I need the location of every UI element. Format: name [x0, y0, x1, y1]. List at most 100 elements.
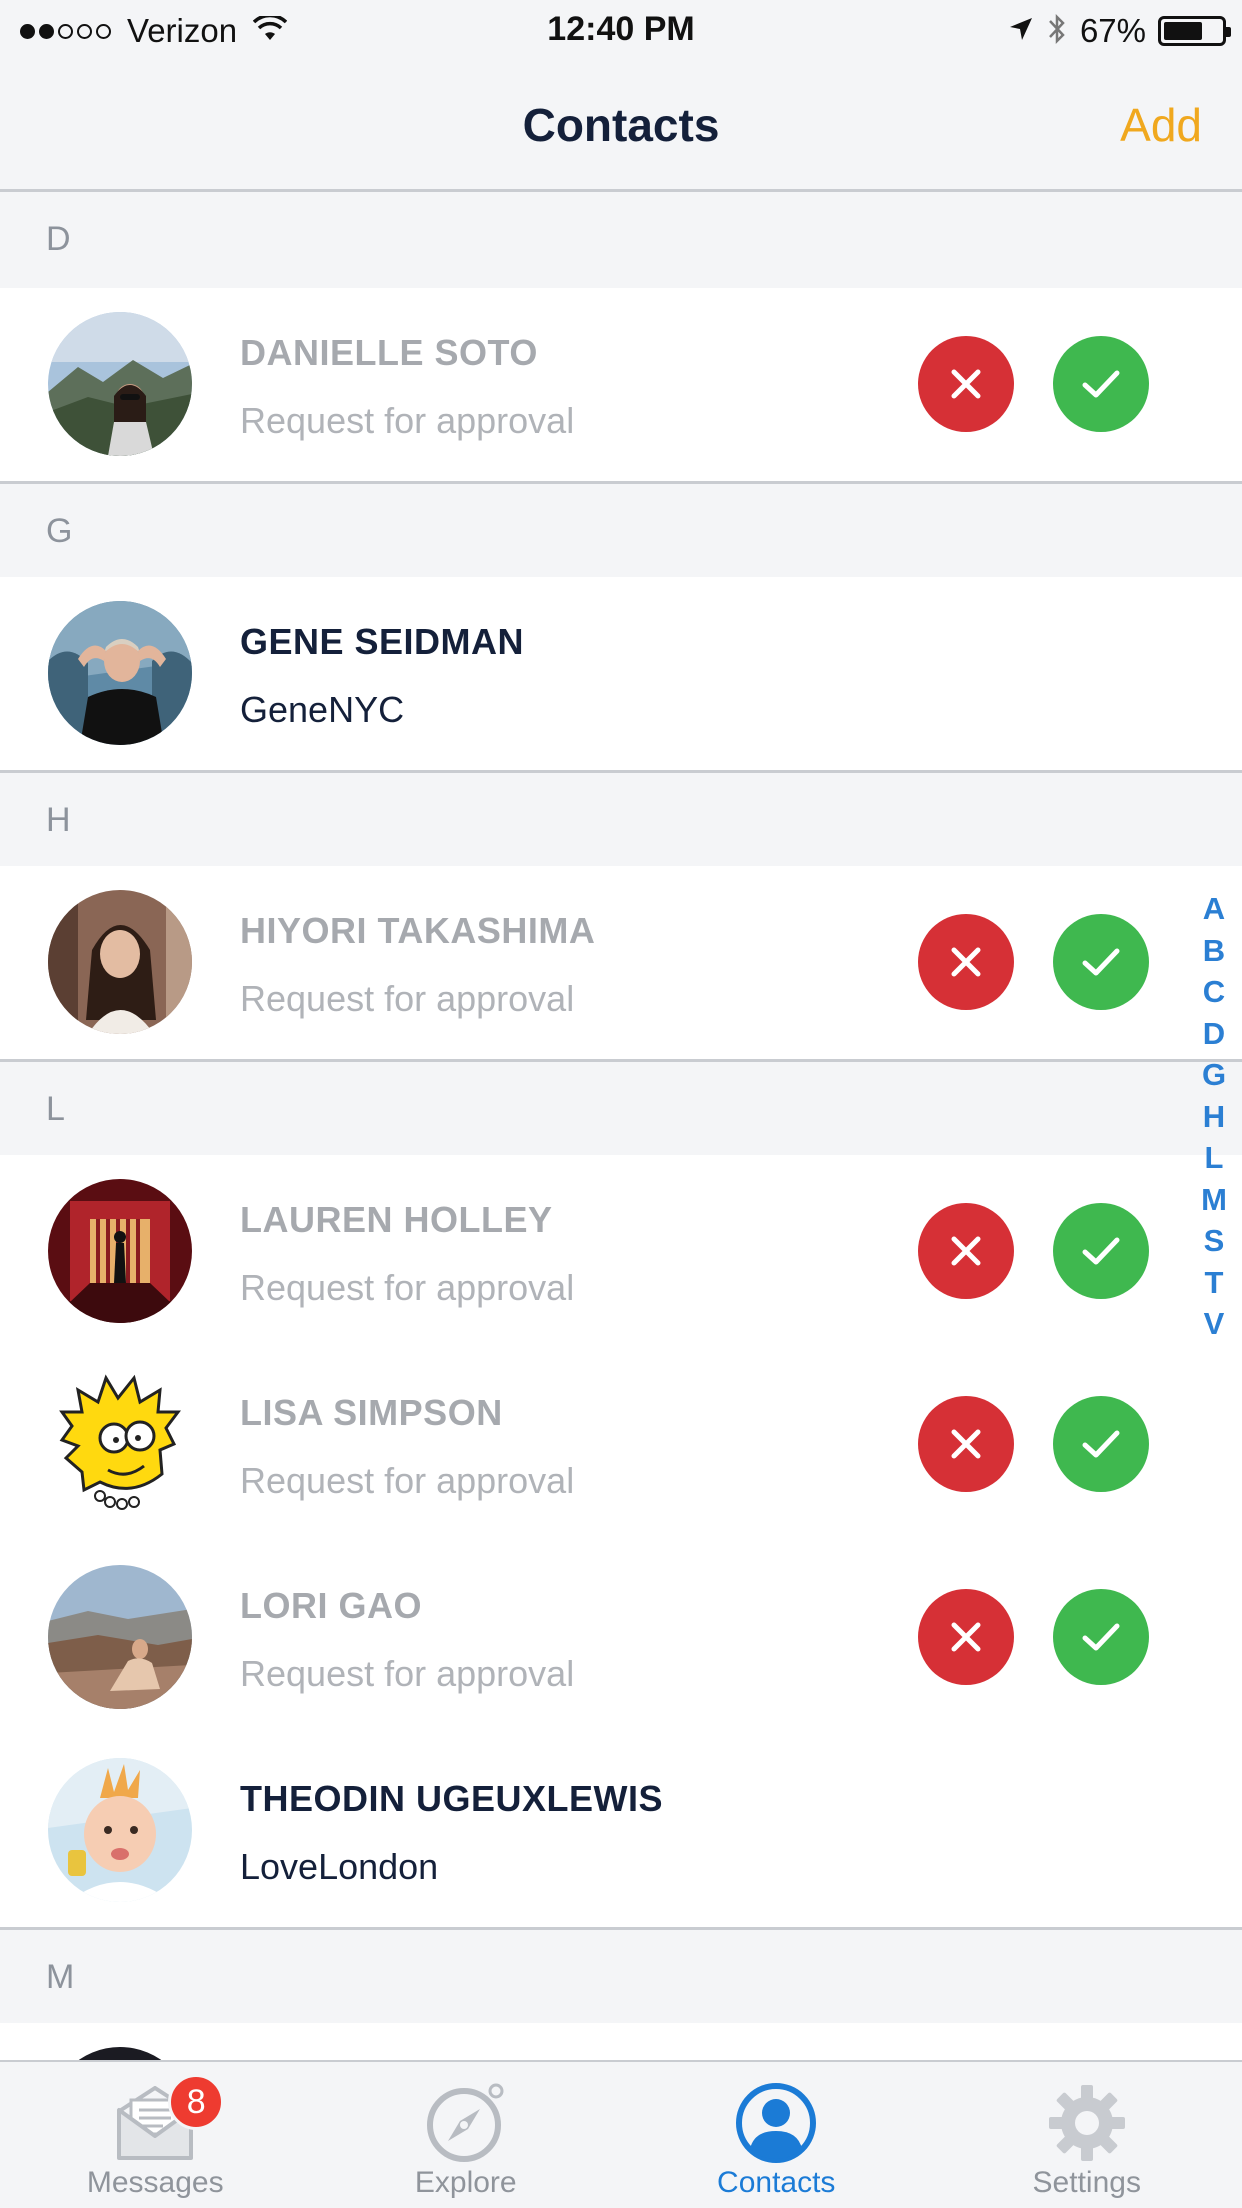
- section-header-g: G: [0, 481, 1242, 577]
- index-letter-b[interactable]: B: [1203, 930, 1225, 972]
- contact-subtitle: LoveLondon: [240, 1846, 439, 1887]
- avatar: [48, 1565, 192, 1709]
- index-letter-l[interactable]: L: [1205, 1137, 1224, 1179]
- avatar: [48, 1179, 192, 1323]
- contact-subtitle: Request for approval: [240, 1267, 575, 1308]
- tab-messages[interactable]: 8 Messages: [0, 2062, 311, 2208]
- mountain-photo-icon: [48, 312, 192, 456]
- contact-name: LAUREN HOLLEY: [240, 1199, 553, 1240]
- unread-badge: 8: [168, 2074, 225, 2130]
- accept-button[interactable]: [1053, 1589, 1149, 1685]
- checkmark-icon: [1082, 1237, 1120, 1265]
- contact-row-hiyori-takashima[interactable]: HIYORI TAKASHIMA Request for approval: [0, 866, 1242, 1059]
- battery-icon: [1158, 16, 1231, 46]
- status-right: 67%: [1008, 10, 1231, 52]
- section-letter: M: [46, 1958, 75, 1996]
- canyon-photo-icon: [48, 1565, 192, 1709]
- checkmark-icon: [1082, 948, 1120, 976]
- contact-row-lauren-holley[interactable]: LAUREN HOLLEY Request for approval: [0, 1155, 1242, 1348]
- contact-row-lori-gao[interactable]: LORI GAO Request for approval: [0, 1541, 1242, 1734]
- avatar: [48, 1372, 192, 1516]
- navigation-bar: Contacts Add: [0, 62, 1242, 192]
- contact-row-lisa-simpson[interactable]: LISA SIMPSON Request for approval: [0, 1348, 1242, 1541]
- battery-percent: 67%: [1079, 12, 1146, 49]
- tab-label: Messages: [86, 2166, 224, 2199]
- avatar: [48, 1758, 192, 1902]
- index-letter-a[interactable]: A: [1203, 888, 1225, 930]
- close-icon: [951, 369, 981, 399]
- tab-explore[interactable]: Explore: [311, 2062, 622, 2208]
- contact-name: DANIELLE SOTO: [240, 332, 538, 373]
- checkmark-icon: [1082, 1430, 1120, 1458]
- section-letter: D: [46, 220, 71, 258]
- page-title: Contacts: [522, 99, 720, 151]
- section-letter: L: [46, 1090, 65, 1128]
- accept-button[interactable]: [1053, 1203, 1149, 1299]
- accept-button[interactable]: [1053, 1396, 1149, 1492]
- accept-button[interactable]: [1053, 914, 1149, 1010]
- section-header-h: H: [0, 770, 1242, 866]
- index-letter-v[interactable]: V: [1204, 1303, 1225, 1345]
- contact-row-gene-seidman[interactable]: GENE SEIDMAN GeneNYC: [0, 577, 1242, 770]
- section-letter: G: [46, 512, 73, 550]
- close-icon: [951, 1429, 981, 1459]
- man-photo-icon: [48, 601, 192, 745]
- index-letter-d[interactable]: D: [1203, 1013, 1225, 1055]
- alphabet-index[interactable]: ABCDGHLMSTV: [1194, 888, 1234, 1345]
- reject-button[interactable]: [918, 1396, 1014, 1492]
- add-contact-button[interactable]: Add: [1120, 98, 1202, 152]
- checkmark-icon: [1082, 1623, 1120, 1651]
- contact-subtitle: Request for approval: [240, 400, 575, 441]
- index-letter-t[interactable]: T: [1205, 1262, 1224, 1304]
- baby-photo-icon: [48, 1758, 192, 1902]
- gear-icon: [1042, 2080, 1132, 2166]
- contact-subtitle: GeneNYC: [240, 689, 405, 730]
- compass-icon: [421, 2080, 511, 2166]
- close-icon: [951, 947, 981, 977]
- contact-name: LISA SIMPSON: [240, 1392, 503, 1433]
- index-letter-m[interactable]: M: [1201, 1179, 1227, 1221]
- index-letter-g[interactable]: G: [1202, 1054, 1226, 1096]
- reject-button[interactable]: [918, 336, 1014, 432]
- location-arrow-icon: [1008, 16, 1034, 47]
- cartoon-photo-icon: [48, 1372, 192, 1516]
- status-bar: Verizon 12:40 PM 67%: [0, 0, 1242, 62]
- section-header-l: L: [0, 1059, 1242, 1155]
- section-header-d: D: [0, 192, 1242, 288]
- person-icon: [731, 2080, 821, 2166]
- avatar: [48, 312, 192, 456]
- index-letter-s[interactable]: S: [1204, 1220, 1225, 1262]
- woman-photo-icon: [48, 890, 192, 1034]
- section-header-m: M: [0, 1927, 1242, 2023]
- contact-list[interactable]: D DANIELLE SOTO Request for approval G G…: [0, 192, 1242, 2208]
- battery-fill: [1164, 22, 1202, 40]
- tab-bar: 8 Messages Explore Contacts Settings: [0, 2060, 1242, 2208]
- accept-button[interactable]: [1053, 336, 1149, 432]
- red-room-photo-icon: [48, 1179, 192, 1323]
- tab-label: Explore: [414, 2166, 517, 2199]
- contact-subtitle: Request for approval: [240, 1460, 575, 1501]
- avatar: [48, 601, 192, 745]
- close-icon: [951, 1622, 981, 1652]
- contact-subtitle: Request for approval: [240, 1653, 575, 1694]
- contact-row-danielle-soto[interactable]: DANIELLE SOTO Request for approval: [0, 288, 1242, 481]
- checkmark-icon: [1082, 370, 1120, 398]
- avatar: [48, 890, 192, 1034]
- contact-row-theodin-ugeuxlewis[interactable]: THEODIN UGEUXLEWIS LoveLondon: [0, 1734, 1242, 1927]
- reject-button[interactable]: [918, 914, 1014, 1010]
- envelope-icon: 8: [110, 2074, 225, 2166]
- bluetooth-icon: [1046, 12, 1068, 51]
- tab-label: Settings: [1032, 2166, 1141, 2199]
- contact-name: HIYORI TAKASHIMA: [240, 910, 596, 951]
- contact-name: LORI GAO: [240, 1585, 422, 1626]
- close-icon: [951, 1236, 981, 1266]
- tab-contacts[interactable]: Contacts: [621, 2062, 932, 2208]
- contact-name: THEODIN UGEUXLEWIS: [240, 1778, 664, 1819]
- contact-subtitle: Request for approval: [240, 978, 575, 1019]
- reject-button[interactable]: [918, 1203, 1014, 1299]
- tab-settings[interactable]: Settings: [932, 2062, 1242, 2208]
- reject-button[interactable]: [918, 1589, 1014, 1685]
- index-letter-h[interactable]: H: [1203, 1096, 1225, 1138]
- index-letter-c[interactable]: C: [1203, 971, 1225, 1013]
- section-letter: H: [46, 801, 71, 839]
